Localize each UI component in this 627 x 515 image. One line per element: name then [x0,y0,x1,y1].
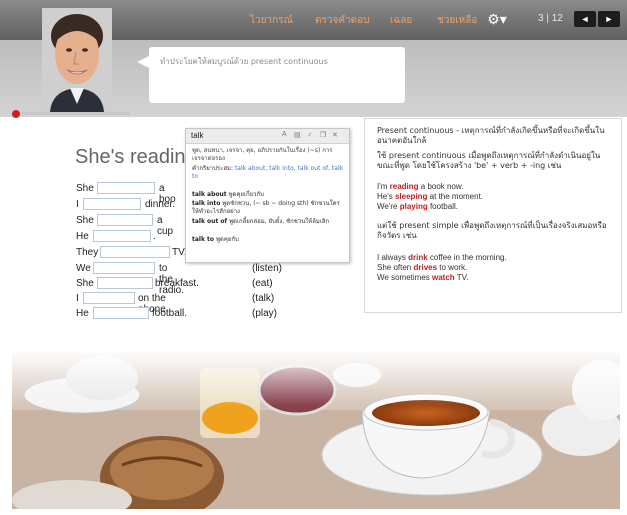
phrasal-label: คำกริยาประสม: [192,165,234,172]
entry-term: talk out of [192,218,228,225]
speaker-icon[interactable]: ♪ [308,131,312,138]
verb-hint: (play) [252,308,278,319]
row-rest: dinner. [145,199,176,210]
row-subject: He [76,308,89,319]
example-sentence: I always drink coffee in the morning. [377,253,507,262]
dictionary-word: talk [191,131,204,140]
example-sentence: We sometimes watch TV. [377,273,469,282]
answer-input[interactable] [97,277,153,289]
entry-term: talk into [192,200,221,207]
example-sentence: She often drives to work. [377,263,468,272]
answer-input[interactable] [93,230,151,242]
entry-term: talk about [192,191,227,198]
page-indicator: 3 | 12 [538,13,563,24]
answer-input[interactable] [97,214,153,226]
entry-meaning: พูดคุยเกี่ยวกับ [228,191,264,198]
grammar-intro: Present continuous - เหตุการณ์ที่กำลังเก… [377,126,605,145]
verb-hint: (listen) [252,263,283,274]
answer-input[interactable] [83,292,135,304]
row-rest: a cup [157,215,174,237]
dictionary-header: talk A ▤ ♪ ❐ ✕ [186,129,349,144]
teacher-avatar [42,8,112,112]
verb-hint: (eat) [252,278,273,289]
speech-bubble-tail [137,56,149,68]
grammar-usage: ใช้ present continuous เมื่อพูดถึงเหตุกา… [377,151,601,170]
settings-gear-icon[interactable]: ⚙▾ [486,8,508,30]
breakfast-photo [12,350,620,509]
row-subject: They [76,247,99,258]
row-subject: She [76,278,94,289]
answer-input[interactable] [100,246,170,258]
nav-check-answers[interactable]: ตรวจคำตอบ [315,13,370,28]
answer-input[interactable] [93,262,155,274]
entry-term: talk to [192,236,215,243]
progress-marker [12,110,20,118]
grammar-panel: Present continuous - เหตุการณ์ที่กำลังเก… [364,118,622,313]
close-icon[interactable]: ✕ [332,131,338,139]
row-rest: football. [152,308,188,319]
font-size-icon[interactable]: A [282,131,287,138]
row-rest: . [153,231,156,242]
row-subject: She [76,183,94,194]
nav-grammar[interactable]: ไวยากรณ์ [250,13,293,28]
row-subject: She [76,215,94,226]
copy-icon[interactable]: ❐ [320,131,326,139]
entry-meaning: พูดเกลี้ยกล่อม, ยับยั้ง, ชักชวนให้ล้มเลิ… [229,218,330,225]
grammar-contrast: แต่ใช้ present simple เพื่อพูดถึงเหตุการ… [377,221,607,240]
example-sentence: We're playing football. [377,202,458,211]
example-sentence: He's sleeping at the moment. [377,192,484,201]
entry-meaning: พูดคุยกับ [215,236,239,243]
prev-page-button[interactable]: ◄ [574,11,596,27]
row-rest: breakfast. [155,278,199,289]
answer-input[interactable] [83,198,141,210]
verb-hint: (talk) [252,293,275,304]
row-subject: He [76,231,89,242]
row-subject: We [76,263,91,274]
progress-track [20,112,130,115]
row-subject: I [76,199,79,210]
dictionary-definition: พูด, สนทนา, เจรจา, คุย, อภิปรายกันในเรื่… [192,147,333,162]
dictionary-popup[interactable]: talk A ▤ ♪ ❐ ✕ พูด, สนทนา, เจรจา, คุย, อ… [185,128,350,263]
nav-answers[interactable]: เฉลย [390,13,412,28]
answer-input[interactable] [97,182,155,194]
answer-input[interactable] [93,307,149,319]
book-icon[interactable]: ▤ [294,131,301,139]
example-sentence: I'm reading a book now. [377,182,464,191]
instruction-text: ทำประโยคให้สมบูรณ์ด้วย present continuou… [160,57,328,66]
row-subject: I [76,293,79,304]
nav-help[interactable]: ช่วยเหลือ [437,13,477,28]
next-page-button[interactable]: ► [598,11,620,27]
